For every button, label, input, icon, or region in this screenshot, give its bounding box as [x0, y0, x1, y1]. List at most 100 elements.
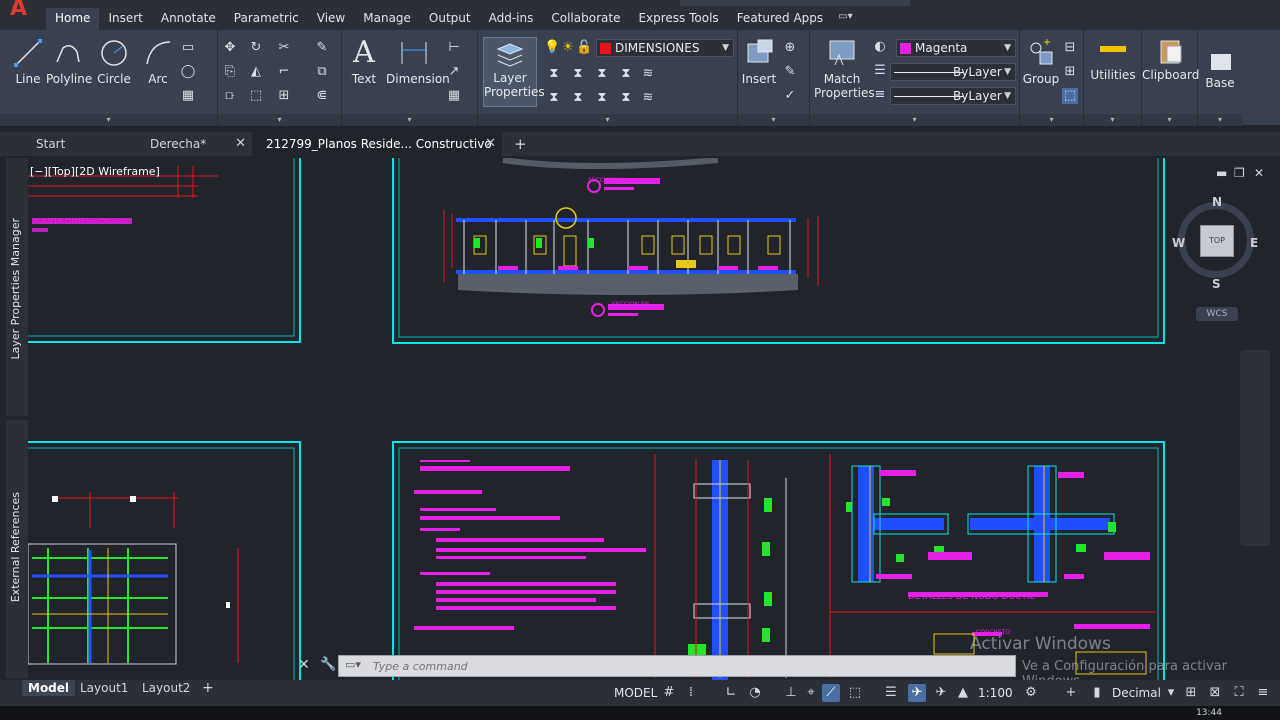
viewcube-top[interactable]: TOP: [1200, 225, 1234, 257]
linear-dim-icon[interactable]: ⊢: [446, 40, 462, 56]
viewport-controls-label[interactable]: [−][Top][2D Wireframe]: [30, 165, 160, 178]
group-select-icon[interactable]: ⬚: [1062, 88, 1078, 104]
external-references-palette[interactable]: External References: [6, 420, 28, 678]
chevron-down-icon[interactable]: ▾: [1162, 684, 1180, 702]
table-icon[interactable]: ▦: [446, 88, 462, 104]
base-button[interactable]: Base: [1200, 48, 1240, 90]
properties-panel-footer[interactable]: ▾: [810, 114, 1019, 126]
clipboard-button[interactable]: Clipboard: [1142, 38, 1199, 82]
polyline-button[interactable]: Polyline: [46, 38, 92, 86]
close-icon[interactable]: ✕: [1254, 166, 1264, 180]
group-button[interactable]: Group: [1022, 38, 1060, 86]
layer-tool-4-icon[interactable]: ⧗: [618, 66, 634, 82]
block-attribute-icon[interactable]: ✓: [782, 88, 798, 104]
close-icon[interactable]: ✕: [235, 132, 246, 156]
tab-layout1[interactable]: Layout1: [74, 680, 134, 696]
snap-icon[interactable]: ⁞: [682, 684, 700, 702]
autocad-logo-icon[interactable]: A: [10, 0, 40, 20]
move-icon[interactable]: ✥: [222, 40, 238, 56]
view-panel-footer[interactable]: ▾: [1198, 114, 1242, 126]
utilities-panel-footer[interactable]: ▾: [1084, 114, 1141, 126]
tab-manage[interactable]: Manage: [354, 8, 420, 30]
annotation-visibility-icon[interactable]: ✈: [908, 684, 926, 702]
tab-model[interactable]: Model: [22, 680, 76, 696]
layer-tool-2-icon[interactable]: ⧗: [570, 66, 586, 82]
units-value[interactable]: Decimal: [1112, 686, 1161, 700]
fullscreen-icon[interactable]: ⛶: [1230, 684, 1248, 702]
array-icon[interactable]: ⊞: [276, 88, 292, 104]
isolate-objects-icon[interactable]: ⊠: [1206, 684, 1224, 702]
restore-icon[interactable]: ❐: [1234, 166, 1245, 180]
layer-properties-button[interactable]: Layer Properties: [483, 37, 545, 107]
tab-start[interactable]: Start: [22, 132, 132, 156]
compass-west[interactable]: W: [1172, 236, 1185, 250]
layer-on-icon[interactable]: 💡: [544, 40, 560, 56]
drawing-canvas[interactable]: SECCION AA SECCION BB PLANTA DIMENSIONAD…: [28, 158, 1280, 680]
wrench-icon[interactable]: 🔧: [320, 657, 336, 672]
isodraft-icon[interactable]: ⊥: [782, 684, 800, 702]
stretch-icon[interactable]: ⟥: [222, 88, 238, 104]
mirror-icon[interactable]: ◭: [248, 64, 264, 80]
selection-cycling-icon[interactable]: ⬚: [846, 684, 864, 702]
layer-lock-icon[interactable]: 🔓: [576, 40, 592, 56]
create-block-icon[interactable]: ⊕: [782, 40, 798, 56]
text-button[interactable]: A Text: [348, 38, 380, 87]
lineweight-dropdown[interactable]: ByLayer ▼: [890, 87, 1016, 105]
command-line[interactable]: ▭▾: [338, 655, 1016, 677]
tab-add-ins[interactable]: Add-ins: [480, 8, 543, 30]
tab-featured-apps[interactable]: Featured Apps: [728, 8, 832, 30]
minimize-icon[interactable]: ▬: [1216, 166, 1227, 180]
customize-menu-icon[interactable]: ≡: [1254, 684, 1272, 702]
layer-tool-8-icon[interactable]: ⧗: [594, 90, 610, 106]
block-panel-footer[interactable]: ▾: [738, 114, 809, 126]
tab-annotate[interactable]: Annotate: [152, 8, 225, 30]
draw-panel-footer[interactable]: ▾: [0, 114, 217, 126]
wcs-menu[interactable]: WCS: [1196, 307, 1238, 321]
tab-view[interactable]: View: [308, 8, 354, 30]
rectangle-icon[interactable]: ▭: [180, 40, 196, 56]
command-input[interactable]: [373, 658, 973, 674]
annotation-scale-icon[interactable]: ▲: [954, 684, 972, 702]
color-dropdown[interactable]: Magenta ▼: [896, 39, 1016, 57]
hatch-icon[interactable]: ▦: [180, 88, 196, 104]
annotation-panel-footer[interactable]: ▾: [342, 114, 477, 126]
offset-icon[interactable]: ⋐: [314, 88, 330, 104]
object-snap-tracking-icon[interactable]: ⌖: [802, 684, 820, 702]
insert-button[interactable]: Insert: [740, 38, 778, 86]
compass-south[interactable]: S: [1212, 277, 1221, 291]
close-command-line-icon[interactable]: ✕: [298, 657, 310, 673]
arc-button[interactable]: Arc: [140, 38, 176, 86]
utilities-button[interactable]: Utilities: [1086, 38, 1140, 82]
tab-collaborate[interactable]: Collaborate: [542, 8, 629, 30]
tab-layout2[interactable]: Layout2: [136, 680, 196, 696]
trim-icon[interactable]: ✂: [276, 40, 292, 56]
group-edit-icon[interactable]: ⊞: [1062, 64, 1078, 80]
color-wheel-icon[interactable]: ◐: [872, 39, 888, 55]
model-space-toggle[interactable]: MODEL: [614, 686, 657, 700]
scale-icon[interactable]: ⬚: [248, 88, 264, 104]
grid-icon[interactable]: #: [660, 684, 678, 702]
layer-freeze-icon[interactable]: ☀: [560, 40, 576, 56]
dimension-button[interactable]: Dimension: [386, 38, 450, 86]
explode-icon[interactable]: ⧉: [314, 64, 330, 80]
clipboard-panel-footer[interactable]: ▾: [1142, 114, 1197, 126]
plus-icon[interactable]: +: [1062, 684, 1080, 702]
polar-icon[interactable]: ◔: [746, 684, 764, 702]
navigation-bar[interactable]: [1240, 350, 1270, 546]
auto-scale-icon[interactable]: ✈: [932, 684, 950, 702]
layer-tool-9-icon[interactable]: ⧗: [618, 90, 634, 106]
gear-icon[interactable]: ⚙: [1022, 684, 1040, 702]
ribbon-minimize-icon[interactable]: ▭▾: [832, 8, 858, 30]
ungroup-icon[interactable]: ⊟: [1062, 40, 1078, 56]
circle-button[interactable]: Circle: [96, 38, 132, 86]
lineweight-icon[interactable]: ≡: [872, 87, 888, 103]
tab-current-drawing[interactable]: 212799_Planos Reside... Constructivo 201…: [252, 132, 502, 175]
layer-properties-palette[interactable]: Layer Properties Manager: [6, 158, 28, 416]
new-tab-plus-icon[interactable]: +: [514, 132, 527, 156]
layer-tool-10-icon[interactable]: ≋: [640, 90, 656, 106]
modify-panel-footer[interactable]: ▾: [218, 114, 341, 126]
tab-derecha[interactable]: Derecha* ✕: [136, 132, 252, 156]
edit-block-icon[interactable]: ✎: [782, 64, 798, 80]
compass-north[interactable]: N: [1212, 195, 1222, 209]
layer-dropdown[interactable]: DIMENSIONES ▼: [596, 39, 734, 57]
